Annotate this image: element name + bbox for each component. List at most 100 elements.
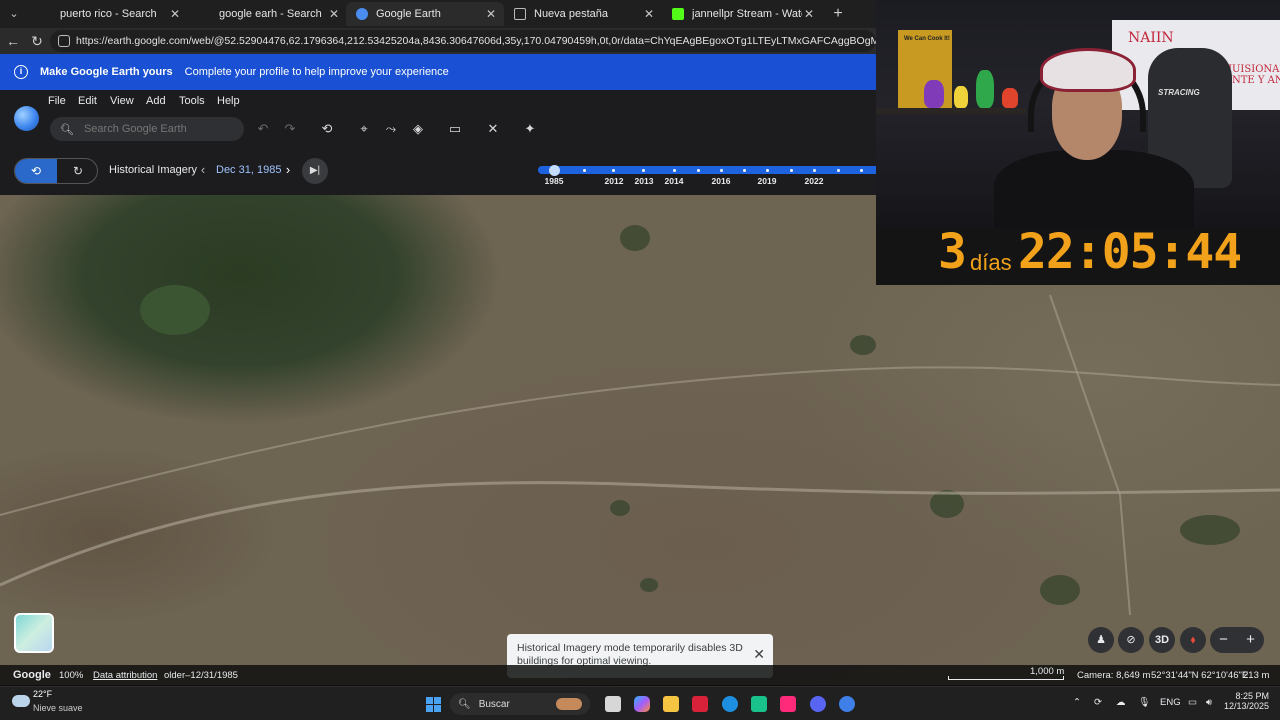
- timeline-dot[interactable]: [673, 169, 676, 172]
- redo-icon[interactable]: ↷: [280, 119, 300, 139]
- sync-icon[interactable]: ⟳: [1094, 697, 1102, 708]
- task-view-icon[interactable]: [605, 696, 621, 712]
- tiktok-icon[interactable]: [780, 696, 796, 712]
- menu-view[interactable]: View: [110, 95, 134, 107]
- timeline-dot[interactable]: [790, 169, 793, 172]
- toast-close-icon[interactable]: ✕: [753, 647, 765, 661]
- menu-tools[interactable]: Tools: [179, 95, 205, 107]
- map-controls: ♟ ⊘ 3D ⬧ − +: [1088, 627, 1268, 655]
- search-box[interactable]: 🔍︎: [50, 117, 244, 141]
- weather-description[interactable]: Nieve suave: [33, 703, 83, 713]
- back-icon[interactable]: ←: [3, 31, 23, 51]
- timeline-dot[interactable]: [583, 169, 586, 172]
- jump-to-latest-icon[interactable]: ▶|: [302, 158, 328, 184]
- tools-icon[interactable]: ✕: [483, 119, 503, 139]
- timeline-dot[interactable]: [813, 169, 816, 172]
- measure-icon[interactable]: ▭: [445, 119, 465, 139]
- app-icon[interactable]: [751, 696, 767, 712]
- browser-tab[interactable]: Nueva pestaña ✕: [504, 2, 662, 26]
- tab-search-menu-icon[interactable]: ⌄: [4, 4, 24, 24]
- data-attribution-link[interactable]: Data attribution: [93, 670, 157, 681]
- edge-icon[interactable]: [722, 696, 738, 712]
- volume-icon[interactable]: 🔊︎: [1206, 697, 1212, 708]
- timeline-year-label: 2019: [757, 176, 777, 186]
- tray-chevron-icon[interactable]: ⌃: [1073, 697, 1081, 708]
- timeline-dot[interactable]: [697, 169, 700, 172]
- taskbar-search[interactable]: 🔍︎ Buscar: [450, 693, 590, 715]
- language-indicator[interactable]: ENG: [1160, 697, 1181, 708]
- current-imagery-date[interactable]: Dec 31, 1985: [216, 164, 281, 176]
- current-mode-icon[interactable]: ↻: [57, 159, 97, 183]
- whiteboard-writing: JUISIONARIE INTE Y ANO: [1228, 64, 1280, 86]
- search-input[interactable]: [83, 123, 234, 135]
- tab-close-icon[interactable]: ✕: [802, 7, 816, 21]
- site-info-icon[interactable]: [58, 35, 70, 47]
- windows-start-icon[interactable]: [426, 697, 441, 712]
- copilot-icon[interactable]: [634, 696, 650, 712]
- browser-tab[interactable]: puerto rico - Search ✕: [30, 2, 188, 26]
- timeline-thumb[interactable]: [549, 165, 560, 176]
- browser-tab[interactable]: google earh - Search ✕: [189, 2, 347, 26]
- tab-close-icon[interactable]: ✕: [168, 7, 182, 21]
- google-earth-logo-icon[interactable]: [14, 106, 39, 131]
- toast-message: Historical Imagery mode temporarily disa…: [517, 642, 743, 667]
- imagery-mode-toggle: ⟲ ↻: [14, 158, 98, 184]
- new-tab-icon[interactable]: +: [829, 4, 847, 24]
- sparkle-icon[interactable]: ✦: [520, 119, 540, 139]
- zoom-in-icon[interactable]: +: [1237, 627, 1264, 653]
- mcafee-icon[interactable]: [692, 696, 708, 712]
- timeline-dot[interactable]: [860, 169, 863, 172]
- info-icon: i: [14, 65, 28, 79]
- placemark-icon[interactable]: ⌖: [354, 119, 374, 139]
- timeline-year-label: 2012: [604, 176, 624, 186]
- microphone-icon[interactable]: 🎙︎: [1138, 697, 1150, 708]
- next-date-icon[interactable]: ›: [281, 161, 295, 179]
- menu-file[interactable]: File: [48, 95, 66, 107]
- elevation: 213 m: [1243, 670, 1270, 681]
- system-clock[interactable]: 8:25 PM 12/13/2025: [1224, 691, 1269, 711]
- weather-temperature[interactable]: 22°F: [33, 689, 52, 699]
- discord-icon[interactable]: [810, 696, 826, 712]
- timeline-dot[interactable]: [766, 169, 769, 172]
- coordinates: 52°31'44"N 62°10'46"E: [1151, 670, 1249, 681]
- timeline-dot[interactable]: [837, 169, 840, 172]
- historical-mode-icon[interactable]: ⟲: [15, 159, 57, 183]
- cloud-icon[interactable]: ☁: [1116, 697, 1126, 708]
- 3d-toggle-button[interactable]: 3D: [1149, 627, 1175, 653]
- historical-imagery-icon[interactable]: ⟲: [317, 119, 337, 139]
- historical-imagery-label: Historical Imagery: [109, 164, 198, 176]
- tab-close-icon[interactable]: ✕: [484, 7, 498, 21]
- weather-cloud-icon[interactable]: [12, 695, 30, 707]
- file-explorer-icon[interactable]: [663, 696, 679, 712]
- browser-tab[interactable]: jannellpr Stream - Watch Live on K ✕: [662, 2, 822, 26]
- chrome-icon[interactable]: [839, 696, 855, 712]
- url-field[interactable]: https://earth.google.com/web/@52.5290447…: [50, 30, 876, 52]
- kick-favicon-icon: [672, 8, 684, 20]
- pegman-icon[interactable]: ♟: [1088, 627, 1114, 653]
- disable-tilt-icon[interactable]: ⊘: [1118, 627, 1144, 653]
- zoom-out-icon[interactable]: −: [1210, 627, 1237, 653]
- compass-icon[interactable]: ⬧: [1180, 627, 1206, 653]
- timeline-dot[interactable]: [612, 169, 615, 172]
- countdown-overlay: 3 días 22:05:44: [876, 228, 1280, 285]
- tab-favicon: [199, 8, 211, 20]
- previous-date-icon[interactable]: ‹: [196, 161, 210, 179]
- tab-close-icon[interactable]: ✕: [642, 7, 656, 21]
- reload-icon[interactable]: ↻: [27, 31, 47, 51]
- layers-icon[interactable]: ◈: [408, 119, 428, 139]
- timeline-track[interactable]: [538, 166, 876, 174]
- path-icon[interactable]: ⤳: [381, 119, 401, 139]
- map-style-thumbnail[interactable]: [14, 613, 54, 653]
- network-icon[interactable]: ▭: [1188, 697, 1197, 708]
- banner-link[interactable]: Complete your profile to help improve yo…: [185, 66, 449, 78]
- timeline-dot[interactable]: [743, 169, 746, 172]
- timeline-dot[interactable]: [720, 169, 723, 172]
- timeline-dot[interactable]: [642, 169, 645, 172]
- tab-title: Nueva pestaña: [534, 8, 608, 20]
- menu-add[interactable]: Add: [146, 95, 166, 107]
- browser-tab-active[interactable]: Google Earth ✕: [346, 2, 504, 26]
- menu-help[interactable]: Help: [217, 95, 240, 107]
- menu-edit[interactable]: Edit: [78, 95, 97, 107]
- tab-close-icon[interactable]: ✕: [327, 7, 341, 21]
- undo-icon[interactable]: ↶: [253, 119, 273, 139]
